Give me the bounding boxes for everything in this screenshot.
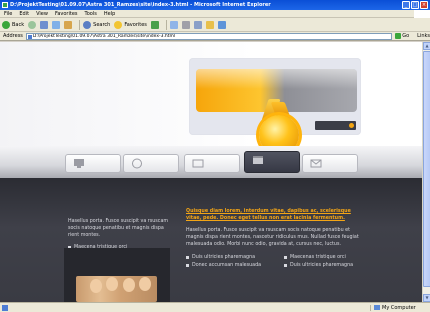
search-button[interactable]: Search (83, 20, 111, 29)
go-arrow-icon (395, 33, 402, 39)
status-bar: My Computer (0, 302, 430, 312)
nav-tab-calendar[interactable] (244, 151, 300, 173)
arrow-dot-icon (349, 123, 354, 128)
address-label: Address (3, 33, 23, 39)
page-status-icon (2, 304, 8, 311)
menu-favorites[interactable]: Favorites (55, 11, 78, 17)
team-photo (76, 276, 157, 302)
menu-help[interactable]: Help (104, 11, 115, 17)
scroll-thumb[interactable] (423, 51, 430, 287)
menu-view[interactable]: View (36, 11, 48, 17)
list-item[interactable]: Donec accumsan malesuada (186, 262, 284, 269)
menu-edit[interactable]: Edit (19, 11, 29, 17)
address-input[interactable]: D:\ProjektTesting\01.09.07\Astra 301_Ram… (25, 32, 393, 40)
nav-tab-globe[interactable] (123, 154, 179, 173)
list-item[interactable]: Duis ultricies pharemagna (186, 254, 284, 261)
mail-icon[interactable] (169, 20, 178, 29)
scroll-down-icon[interactable]: ▼ (423, 294, 430, 302)
print-icon[interactable] (181, 20, 190, 29)
ie-window: D:\ProjektTesting\01.09.07\Astra 301_Ram… (0, 0, 430, 312)
zone-label: My Computer (382, 304, 416, 311)
menu-tools[interactable]: Tools (85, 11, 97, 17)
favorites-button[interactable]: Favorites (114, 20, 147, 29)
windows-logo-icon (414, 10, 430, 18)
security-zone: My Computer (370, 304, 430, 311)
search-label: Search (93, 21, 111, 28)
toolbar: Back Search Favorites (0, 18, 430, 32)
bullet-icon (284, 264, 287, 267)
back-label: Back (12, 21, 25, 28)
home-icon[interactable] (64, 20, 73, 29)
bullet-list: Duis ultricies pharemagna Maecenas trist… (186, 254, 376, 269)
folder-icon[interactable] (205, 20, 214, 29)
banner-button[interactable] (315, 121, 356, 130)
title-bar: D:\ProjektTesting\01.09.07\Astra 301_Ram… (0, 0, 430, 10)
calendar-icon (253, 156, 263, 164)
bullet-icon (186, 264, 189, 267)
edit-icon[interactable] (193, 20, 202, 29)
right-column: Quisque diam lorem, interdum vitae, dapi… (186, 208, 366, 248)
folder-icon (192, 159, 204, 168)
nav-tab-monitor[interactable] (65, 154, 121, 173)
favorites-star-icon (114, 20, 123, 29)
links-button[interactable]: Links (417, 33, 430, 39)
right-headline-link[interactable]: Quisque diam lorem, interdum vitae, dapi… (186, 208, 366, 222)
scroll-up-icon[interactable]: ▲ (423, 42, 430, 50)
go-label: Go (402, 33, 410, 39)
close-button[interactable]: × (420, 1, 428, 9)
bullet-icon (186, 256, 189, 259)
forward-arrow-icon (28, 20, 37, 29)
bullet-icon (284, 256, 287, 259)
refresh-icon[interactable] (52, 20, 61, 29)
ie-app-icon (2, 2, 8, 8)
mail-icon (310, 159, 322, 168)
toolbar-separator (79, 19, 81, 30)
media-icon[interactable] (150, 20, 159, 29)
left-column: Hasellus porta. Fusce suscipit va rsusca… (68, 218, 176, 251)
left-column-text: Hasellus porta. Fusce suscipit va rsusca… (68, 219, 169, 238)
computer-icon (374, 305, 380, 310)
globe-icon (132, 158, 142, 169)
list-item[interactable]: Duis ultricies pharemagna (284, 262, 376, 269)
toolbar-separator (165, 19, 167, 30)
stop-icon[interactable] (40, 20, 49, 29)
menu-file[interactable]: File (4, 11, 12, 17)
list-item[interactable]: Maecenas tristique orci (284, 254, 376, 261)
minimize-button[interactable]: _ (402, 1, 410, 9)
address-bar: Address D:\ProjektTesting\01.09.07\Astra… (0, 32, 430, 41)
favorites-label: Favorites (124, 21, 147, 28)
vertical-scrollbar[interactable]: ▲ ▼ (422, 42, 430, 302)
nav-tab-folder[interactable] (184, 154, 240, 173)
page-viewport: Hasellus porta. Fusce suscipit va rsusca… (0, 42, 422, 302)
maximize-button[interactable]: □ (411, 1, 419, 9)
monitor-icon (74, 159, 84, 168)
menu-bar: File Edit View Favorites Tools Help (0, 10, 430, 18)
window-title: D:\ProjektTesting\01.09.07\Astra 301_Ram… (10, 2, 271, 8)
back-button[interactable]: Back (2, 20, 25, 29)
nav-tab-mail[interactable] (302, 154, 358, 173)
messenger-icon[interactable] (217, 20, 226, 29)
right-column-text: Hasellus porta. Fusce suscipit va rsusca… (186, 228, 359, 247)
search-icon (83, 20, 92, 29)
go-button[interactable]: Go (395, 33, 409, 39)
back-arrow-icon (2, 20, 10, 29)
forward-button[interactable] (28, 20, 37, 29)
